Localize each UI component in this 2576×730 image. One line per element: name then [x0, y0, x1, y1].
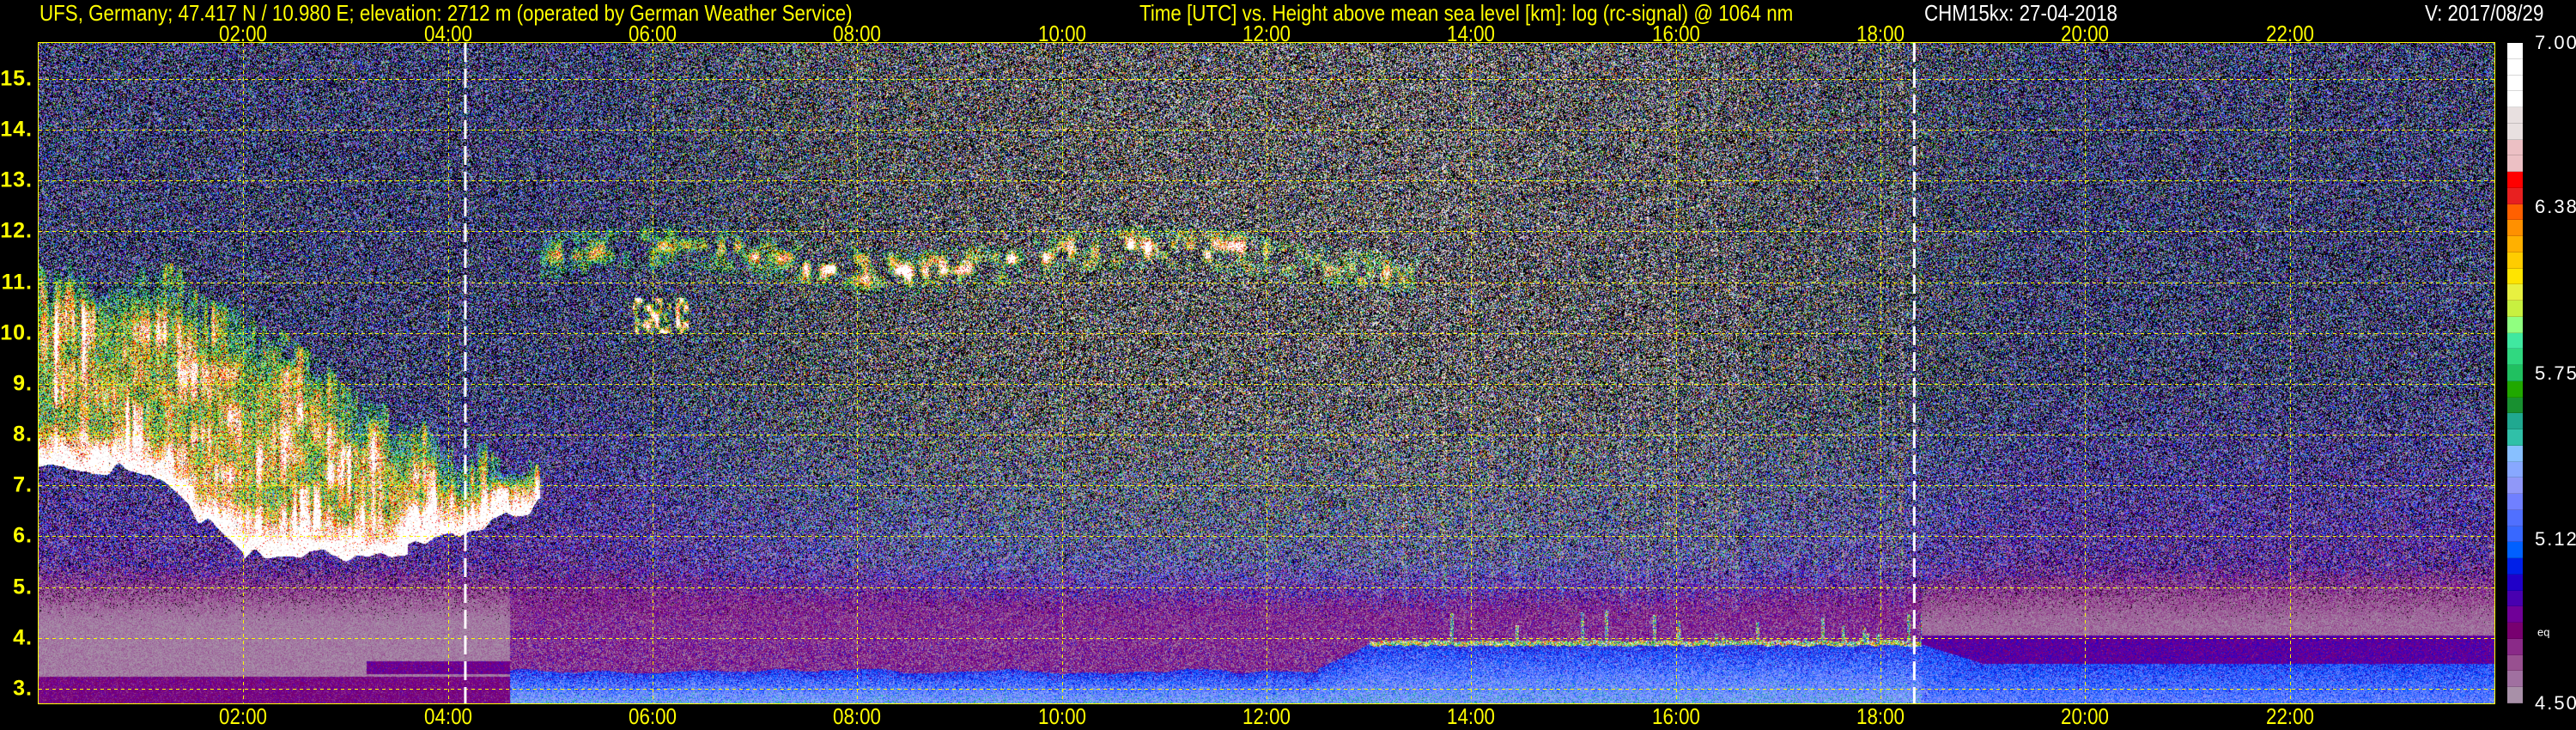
- colorbar-swatch: [2507, 123, 2523, 140]
- colorbar-swatch: [2507, 380, 2523, 398]
- colorbar-swatch: [2507, 220, 2523, 236]
- y-tick-label: 9.: [13, 371, 33, 396]
- x-tick-label: 04:00: [423, 21, 472, 46]
- colorbar-tick-label: 7.00: [2535, 32, 2576, 53]
- y-tick-label: 6.: [13, 523, 33, 548]
- colorbar-swatch: [2507, 671, 2523, 687]
- colorbar-swatch: [2507, 509, 2523, 526]
- colorbar-swatch: [2507, 638, 2523, 655]
- colorbar-swatch: [2507, 75, 2523, 92]
- x-tick-label: 12:00: [1242, 21, 1291, 46]
- colorbar-tick-label: 5.75: [2535, 362, 2576, 384]
- y-tick-label: 3.: [13, 676, 33, 701]
- colorbar-note: eq: [2537, 625, 2550, 639]
- colorbar-swatch: [2507, 301, 2523, 317]
- colorbar-swatch: [2507, 139, 2523, 156]
- colorbar-swatch: [2507, 365, 2523, 381]
- colorbar-swatch: [2507, 107, 2523, 124]
- colorbar-swatch: [2507, 542, 2523, 558]
- colorbar-swatch: [2507, 623, 2523, 639]
- x-tick-label: 06:00: [629, 21, 677, 46]
- x-tick-label: 16:00: [1651, 21, 1700, 46]
- colorbar-swatch: [2507, 268, 2523, 285]
- colorbar-swatch: [2507, 58, 2523, 76]
- x-tick-label: 12:00: [1242, 703, 1291, 729]
- colorbar-swatch: [2507, 526, 2523, 543]
- y-tick-label: 7.: [13, 472, 33, 497]
- x-tick-label: 04:00: [423, 703, 472, 729]
- y-tick-label: 11.: [1, 270, 33, 295]
- x-tick-label: 16:00: [1651, 703, 1700, 729]
- colorbar-swatch: [2507, 606, 2523, 623]
- colorbar-swatch: [2507, 461, 2523, 478]
- colorbar-swatch: [2507, 494, 2523, 510]
- colorbar-swatch: [2507, 236, 2523, 252]
- y-tick-label: 8.: [13, 422, 33, 447]
- grid-overlay: [39, 43, 2494, 703]
- colorbar: [2507, 43, 2523, 703]
- version-label: V: 2017/08/29: [2425, 0, 2544, 26]
- colorbar-swatch: [2507, 91, 2523, 107]
- colorbar-tick-label: 5.12: [2535, 528, 2576, 551]
- colorbar-swatch: [2507, 349, 2523, 365]
- colorbar-swatch: [2507, 478, 2523, 494]
- x-tick-label: 10:00: [1037, 21, 1086, 46]
- x-tick-label: 02:00: [219, 703, 268, 729]
- x-tick-label: 20:00: [2061, 21, 2110, 46]
- x-tick-label: 18:00: [1856, 21, 1905, 46]
- colorbar-swatch: [2507, 172, 2523, 188]
- y-tick-label: 10.: [0, 320, 33, 345]
- colorbar-swatch: [2507, 187, 2523, 204]
- x-tick-label: 14:00: [1447, 703, 1496, 729]
- colorbar-swatch: [2507, 413, 2523, 429]
- colorbar-swatch: [2507, 574, 2523, 591]
- x-tick-label: 08:00: [833, 21, 882, 46]
- x-tick-label: 10:00: [1037, 703, 1086, 729]
- colorbar-tick-label: 6.38: [2535, 195, 2576, 217]
- colorbar-swatch: [2507, 332, 2523, 350]
- colorbar-swatch: [2507, 316, 2523, 333]
- x-tick-label: 22:00: [2265, 21, 2314, 46]
- x-tick-label: 06:00: [629, 703, 677, 729]
- plot-area: [38, 42, 2495, 704]
- colorbar-swatch: [2507, 445, 2523, 462]
- x-tick-label: 18:00: [1856, 703, 1905, 729]
- colorbar-swatch: [2507, 284, 2523, 301]
- y-tick-label: 5.: [13, 575, 33, 599]
- colorbar-swatch: [2507, 558, 2523, 575]
- colorbar-swatch: [2507, 590, 2523, 607]
- y-tick-label: 12.: [0, 218, 33, 243]
- x-tick-label: 20:00: [2061, 703, 2110, 729]
- colorbar-swatch: [2507, 429, 2523, 446]
- colorbar-tick-label: 4.50: [2535, 692, 2576, 714]
- x-tick-label: 22:00: [2265, 703, 2314, 729]
- colorbar-swatch: [2507, 204, 2523, 221]
- x-tick-label: 02:00: [219, 21, 268, 46]
- colorbar-swatch: [2507, 43, 2523, 59]
- colorbar-swatch: [2507, 687, 2523, 703]
- x-tick-label: 14:00: [1447, 21, 1496, 46]
- x-tick-label: 08:00: [833, 703, 882, 729]
- y-tick-label: 13.: [0, 167, 33, 192]
- y-tick-label: 15.: [0, 66, 33, 91]
- colorbar-swatch: [2507, 654, 2523, 672]
- y-tick-label: 4.: [13, 625, 33, 650]
- y-tick-label: 14.: [0, 117, 33, 142]
- colorbar-swatch: [2507, 155, 2523, 172]
- colorbar-swatch: [2507, 252, 2523, 269]
- colorbar-swatch: [2507, 397, 2523, 414]
